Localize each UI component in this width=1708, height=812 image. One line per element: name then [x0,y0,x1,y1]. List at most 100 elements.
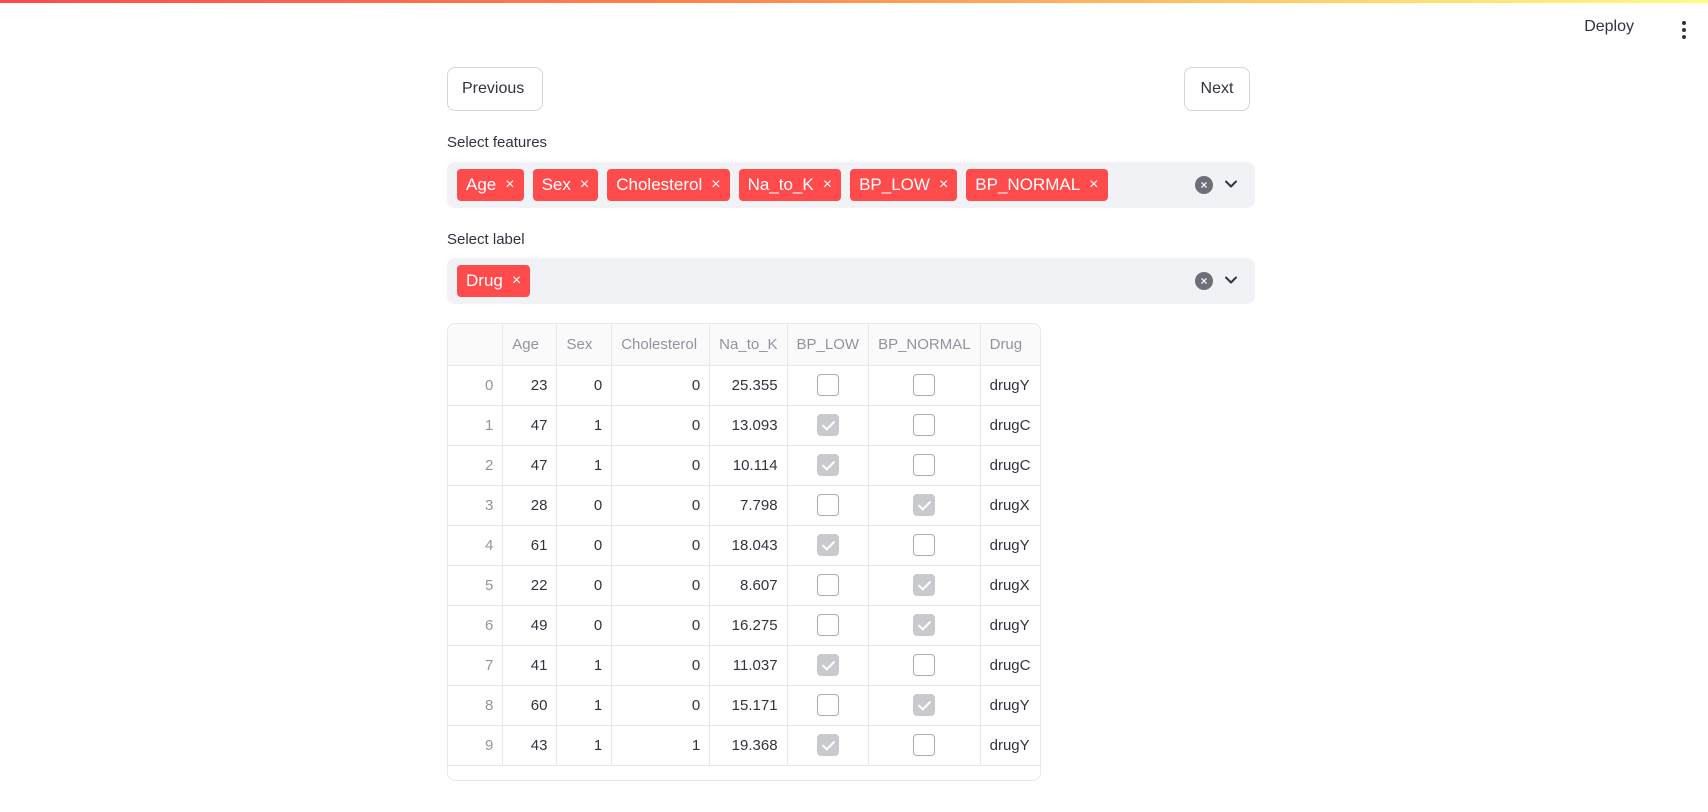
table-cell[interactable]: drugY [980,365,1040,406]
table-cell[interactable]: 0 [556,565,613,606]
remove-tag-icon[interactable]: × [823,177,832,193]
table-cell[interactable]: 0 [611,405,711,446]
previous-button[interactable]: Previous [447,67,543,111]
table-row[interactable]: 1 47 1 0 13.093 drugC [448,405,1040,446]
checkbox-cell[interactable] [868,645,981,686]
table-cell[interactable]: 25.355 [709,365,788,406]
row-index[interactable]: 9 [448,725,504,766]
checkbox-cell[interactable] [787,365,870,406]
selected-tag[interactable]: Age × [457,169,524,201]
table-cell[interactable]: 0 [611,565,711,606]
checkbox-cell[interactable] [868,605,981,646]
table-cell[interactable]: 1 [556,445,613,486]
unchecked-checkbox-icon[interactable] [816,574,839,596]
checkbox-cell[interactable] [787,565,870,606]
table-cell[interactable]: 43 [502,725,558,766]
unchecked-checkbox-icon[interactable] [816,694,839,716]
table-cell[interactable]: 0 [611,685,711,726]
table-cell[interactable]: 60 [502,685,558,726]
table-cell[interactable]: drugC [980,445,1040,486]
table-cell[interactable]: 0 [611,645,711,686]
checkbox-cell[interactable] [787,445,870,486]
table-cell[interactable]: 23 [502,365,558,406]
clear-all-icon[interactable]: × [1195,176,1213,194]
table-cell[interactable]: 61 [502,525,558,566]
remove-tag-icon[interactable]: × [1089,177,1098,193]
column-header[interactable]: BP_LOW [787,324,870,366]
selected-tag[interactable]: Na_to_K × [738,169,842,201]
checkbox-cell[interactable] [868,405,981,446]
table-cell[interactable]: 0 [611,525,711,566]
row-index[interactable]: 3 [448,485,504,526]
checkbox-cell[interactable] [787,685,870,726]
table-cell[interactable]: 28 [502,485,558,526]
table-cell[interactable]: 0 [556,525,613,566]
table-cell[interactable]: 0 [611,485,711,526]
selected-tag[interactable]: Sex × [532,169,599,201]
table-cell[interactable]: drugX [980,565,1040,606]
table-cell[interactable]: 1 [611,725,711,766]
column-header[interactable]: Na_to_K [709,324,788,366]
column-header[interactable]: Age [502,324,558,366]
table-row[interactable]: 0 23 0 0 25.355 drugY [448,365,1040,406]
checked-checkbox-icon[interactable] [816,654,839,676]
features-multiselect[interactable]: Age × Sex × Cholesterol × Na_to_K × BP_LOW × BP_NO… [447,162,1255,208]
table-cell[interactable]: 0 [611,445,711,486]
checkbox-cell[interactable] [787,645,870,686]
column-header[interactable]: Drug [980,324,1040,366]
table-row[interactable]: 6 49 0 0 16.275 drugY [448,605,1040,646]
unchecked-checkbox-icon[interactable] [816,614,839,636]
column-header[interactable]: BP_NORMAL [868,324,981,366]
unchecked-checkbox-icon[interactable] [913,534,936,556]
label-multiselect[interactable]: Drug × × [447,258,1255,304]
table-cell[interactable]: drugY [980,605,1040,646]
row-index[interactable]: 4 [448,525,504,566]
table-cell[interactable]: 0 [611,365,711,406]
selected-tag[interactable]: BP_NORMAL × [966,169,1108,201]
checked-checkbox-icon[interactable] [913,614,936,636]
table-cell[interactable]: 47 [502,405,558,446]
table-cell[interactable]: 0 [556,365,613,406]
checkbox-cell[interactable] [868,685,981,726]
selected-tag[interactable]: Drug × [457,265,531,297]
table-cell[interactable]: 1 [556,725,613,766]
table-cell[interactable]: 8.607 [709,565,788,606]
table-cell[interactable]: 11.037 [709,645,788,686]
table-row[interactable]: 3 28 0 0 7.798 drugX [448,485,1040,526]
checked-checkbox-icon[interactable] [816,414,839,436]
checkbox-cell[interactable] [787,605,870,646]
column-header[interactable]: Cholesterol [611,324,711,366]
table-cell[interactable]: drugX [980,485,1040,526]
checked-checkbox-icon[interactable] [913,694,936,716]
deploy-button[interactable]: Deploy [1584,18,1634,36]
data-table[interactable]: Age Sex Cholesterol Na_to_K BP_LOW BP_NORMAL D… [447,323,1041,781]
table-cell[interactable]: 0 [556,485,613,526]
table-cell[interactable]: drugC [980,405,1040,446]
unchecked-checkbox-icon[interactable] [816,494,839,516]
checked-checkbox-icon[interactable] [816,734,839,756]
kebab-menu-icon[interactable] [1678,18,1690,42]
table-row[interactable]: 9 43 1 1 19.368 drugY [448,725,1040,766]
table-cell[interactable]: 0 [611,605,711,646]
table-cell[interactable]: 10.114 [709,445,788,486]
checked-checkbox-icon[interactable] [816,454,839,476]
unchecked-checkbox-icon[interactable] [913,414,936,436]
row-index[interactable]: 0 [448,365,504,406]
checkbox-cell[interactable] [787,525,870,566]
remove-tag-icon[interactable]: × [711,177,720,193]
table-cell[interactable]: drugY [980,525,1040,566]
selected-tag[interactable]: BP_LOW × [850,169,958,201]
table-cell[interactable]: 1 [556,685,613,726]
unchecked-checkbox-icon[interactable] [913,374,936,396]
table-cell[interactable]: 7.798 [709,485,788,526]
checkbox-cell[interactable] [868,365,981,406]
row-index[interactable]: 7 [448,645,504,686]
unchecked-checkbox-icon[interactable] [816,374,839,396]
next-button[interactable]: Next [1184,67,1250,111]
checkbox-cell[interactable] [787,725,870,766]
table-cell[interactable]: drugY [980,725,1040,766]
remove-tag-icon[interactable]: × [580,177,589,193]
table-cell[interactable]: 1 [556,645,613,686]
table-row[interactable]: 4 61 0 0 18.043 drugY [448,525,1040,566]
table-cell[interactable]: drugC [980,645,1040,686]
